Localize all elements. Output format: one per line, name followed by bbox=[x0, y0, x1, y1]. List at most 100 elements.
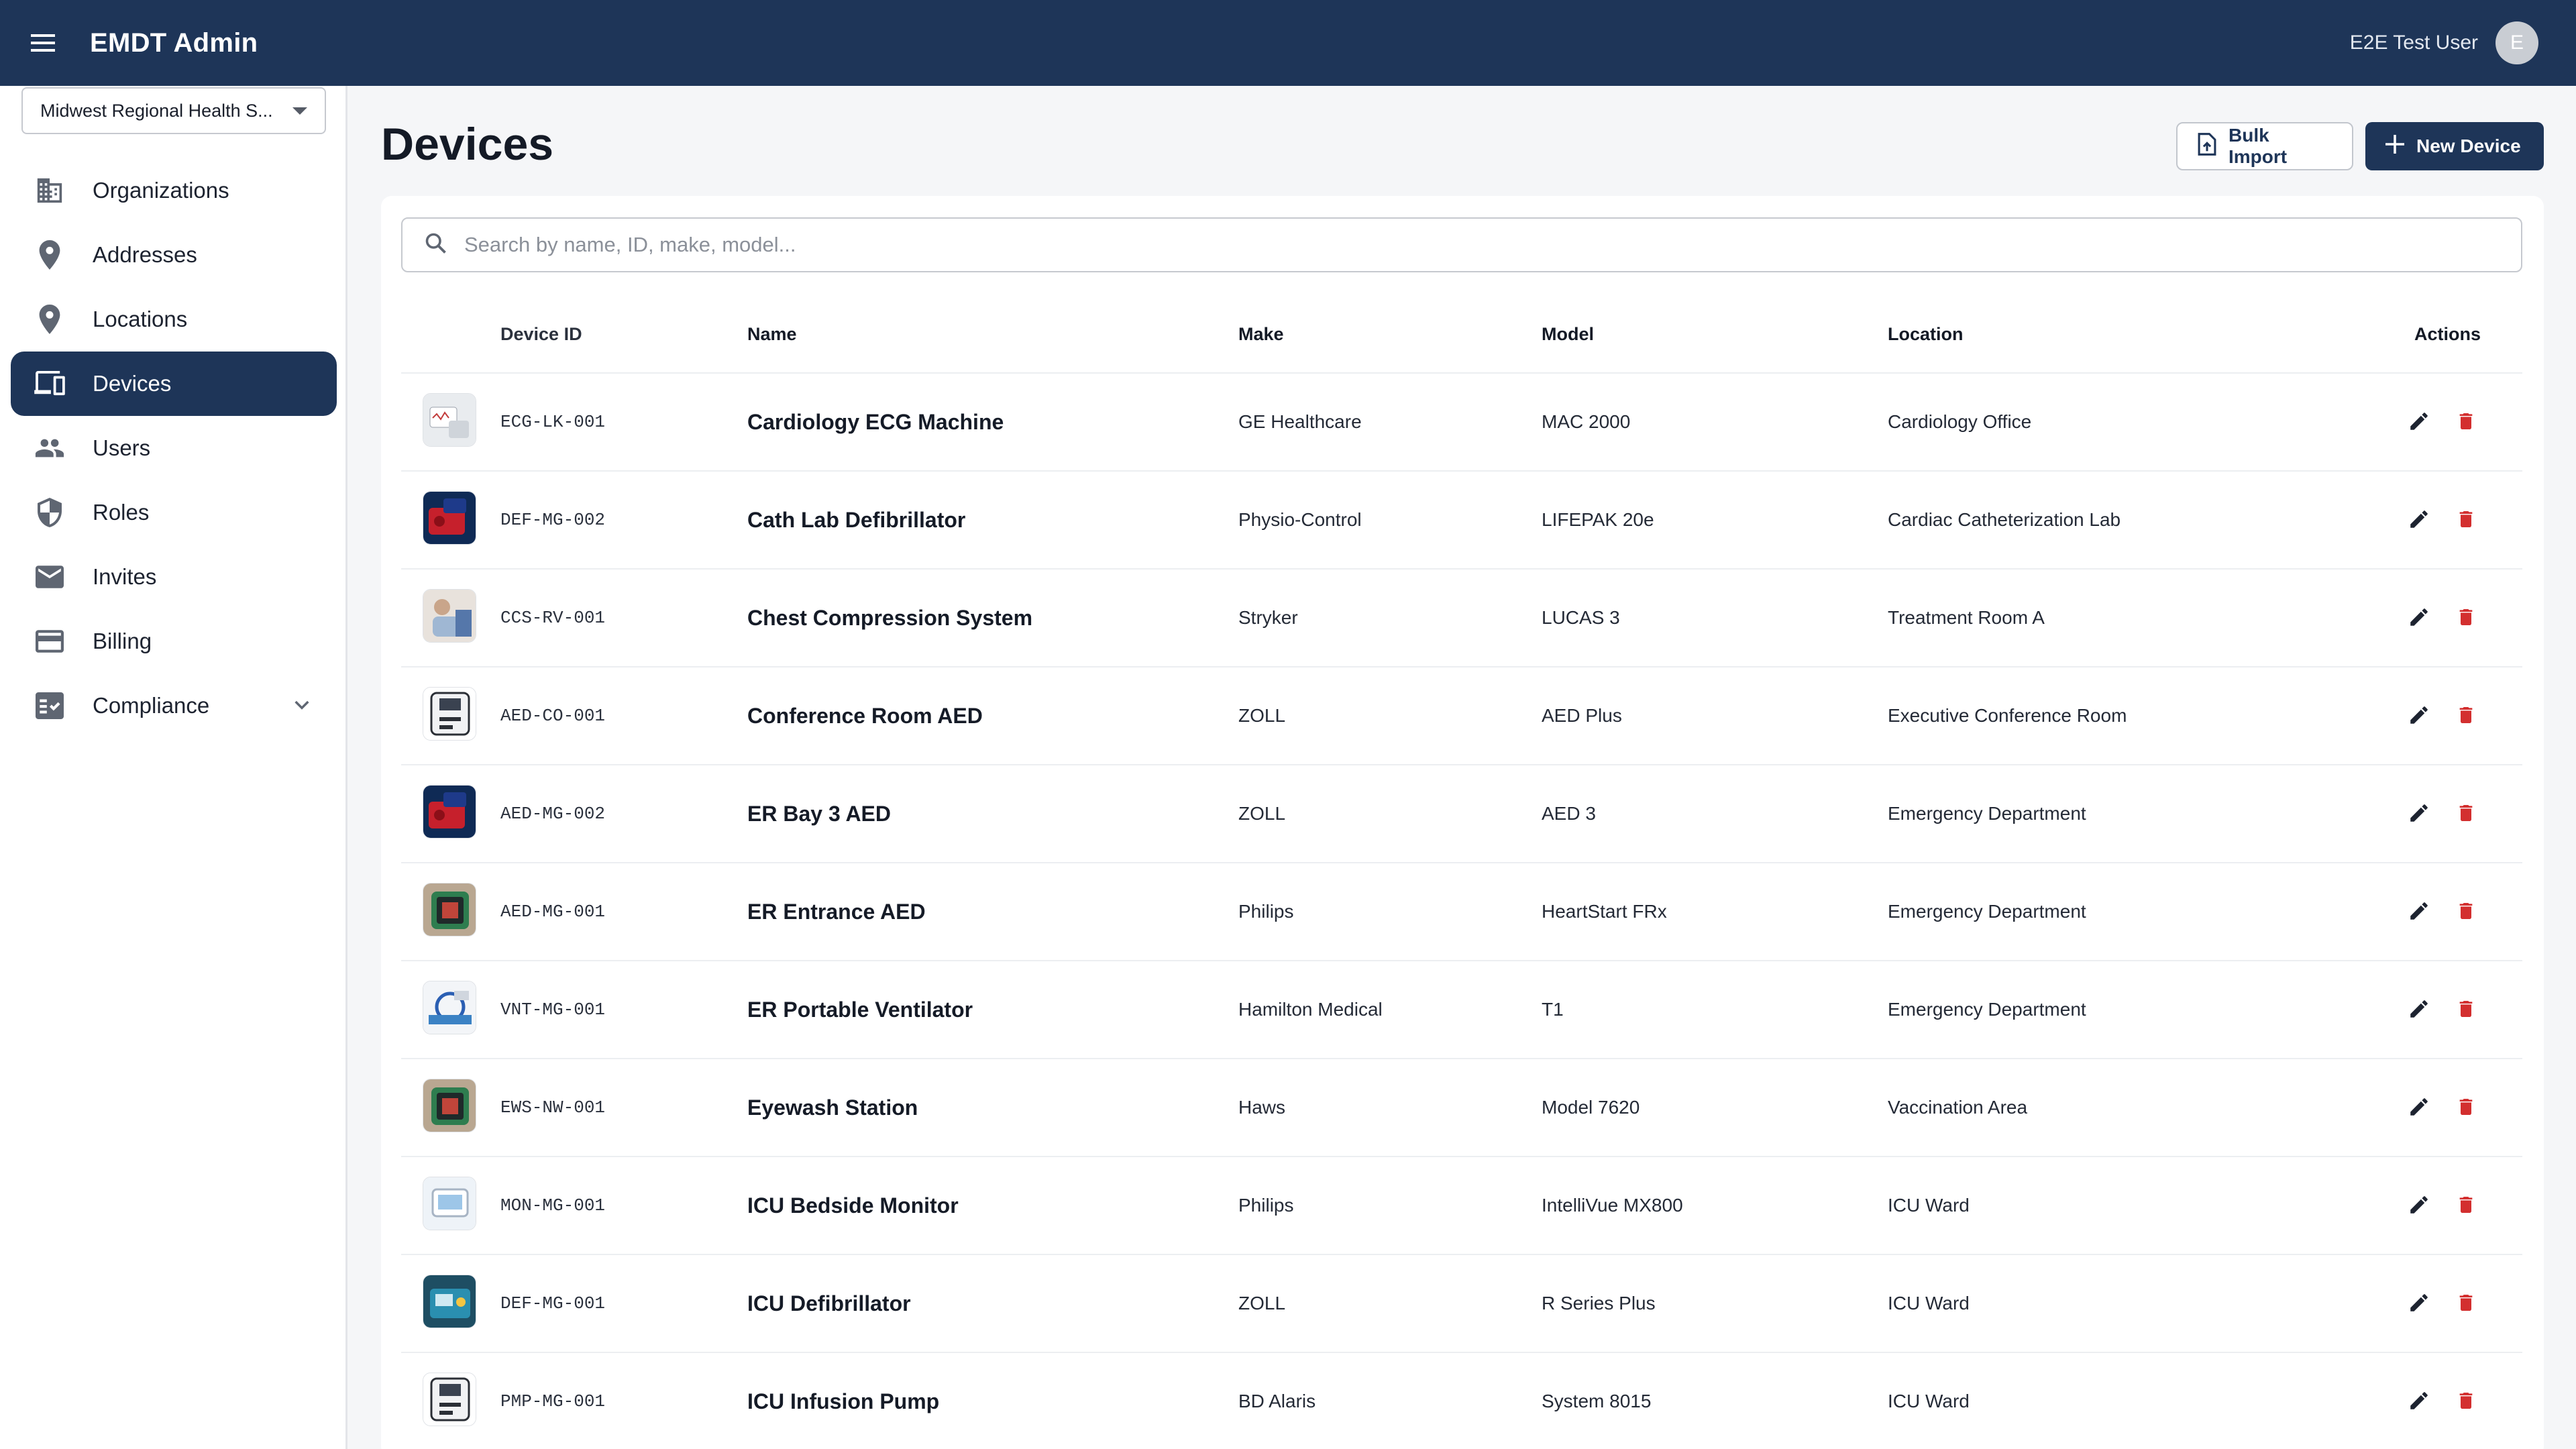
name-header[interactable]: Name bbox=[747, 297, 1238, 374]
sidebar-item-addresses[interactable]: Addresses bbox=[11, 223, 337, 287]
delete-icon[interactable] bbox=[2451, 1386, 2481, 1415]
device-thumbnail-cell bbox=[401, 863, 500, 961]
delete-icon[interactable] bbox=[2451, 700, 2481, 730]
new-device-button[interactable]: New Device bbox=[2365, 122, 2544, 170]
sidebar-item-billing[interactable]: Billing bbox=[11, 609, 337, 674]
table-row[interactable]: AED-MG-001 ER Entrance AED Philips HeartSta… bbox=[401, 863, 2522, 961]
top-app-bar: EMDT Admin E2E Test User E bbox=[0, 0, 2576, 86]
device-make-cell: Haws bbox=[1238, 1059, 1542, 1157]
device-make-cell: Philips bbox=[1238, 1157, 1542, 1255]
sidebar-item-label: Devices bbox=[93, 371, 172, 396]
model-header[interactable]: Model bbox=[1542, 297, 1888, 374]
device-thumbnail bbox=[423, 882, 476, 936]
device-thumbnail bbox=[423, 1078, 476, 1132]
page-title: Devices bbox=[381, 119, 554, 170]
edit-icon[interactable] bbox=[2404, 407, 2434, 436]
credit-card-icon bbox=[34, 625, 66, 657]
edit-icon[interactable] bbox=[2404, 1092, 2434, 1122]
device-name-cell: Chest Compression System bbox=[747, 569, 1238, 667]
device-name-cell: ICU Bedside Monitor bbox=[747, 1157, 1238, 1255]
edit-icon[interactable] bbox=[2404, 1190, 2434, 1220]
table-row[interactable]: DEF-MG-001 ICU Defibrillator ZOLL R Series … bbox=[401, 1254, 2522, 1353]
caret-down-icon bbox=[292, 107, 307, 115]
delete-icon[interactable] bbox=[2451, 504, 2481, 534]
app-title: EMDT Admin bbox=[90, 28, 258, 58]
table-header-row: Device ID Name Make Model Location Actio… bbox=[401, 297, 2522, 374]
device-name-cell: ER Bay 3 AED bbox=[747, 765, 1238, 863]
device-make-cell: Philips bbox=[1238, 863, 1542, 961]
delete-icon[interactable] bbox=[2451, 1288, 2481, 1318]
search-field[interactable] bbox=[401, 217, 2522, 272]
table-row[interactable]: AED-MG-002 ER Bay 3 AED ZOLL AED 3 Emergency… bbox=[401, 765, 2522, 863]
delete-icon[interactable] bbox=[2451, 896, 2481, 926]
edit-icon[interactable] bbox=[2404, 700, 2434, 730]
actions-cell bbox=[2398, 765, 2522, 863]
actions-cell bbox=[2398, 471, 2522, 570]
edit-icon[interactable] bbox=[2404, 602, 2434, 632]
device-model-cell: R Series Plus bbox=[1542, 1254, 1888, 1353]
sidebar-item-invites[interactable]: Invites bbox=[11, 545, 337, 609]
delete-icon[interactable] bbox=[2451, 602, 2481, 632]
building-icon bbox=[34, 174, 66, 207]
edit-icon[interactable] bbox=[2404, 896, 2434, 926]
avatar[interactable]: E bbox=[2496, 21, 2538, 64]
delete-icon[interactable] bbox=[2451, 798, 2481, 828]
sidebar-item-users[interactable]: Users bbox=[11, 416, 337, 480]
edit-icon[interactable] bbox=[2404, 798, 2434, 828]
table-row[interactable]: AED-CO-001 Conference Room AED ZOLL AED Plu… bbox=[401, 667, 2522, 765]
device-thumbnail-cell bbox=[401, 569, 500, 667]
device-location-cell: ICU Ward bbox=[1888, 1157, 2398, 1255]
search-input[interactable] bbox=[464, 233, 2410, 257]
organization-select[interactable]: Midwest Regional Health S... bbox=[21, 87, 326, 134]
organization-select-value: Midwest Regional Health S... bbox=[40, 100, 273, 121]
table-row[interactable]: MON-MG-001 ICU Bedside Monitor Philips Inte… bbox=[401, 1157, 2522, 1255]
map-pin-icon bbox=[34, 239, 66, 271]
delete-icon[interactable] bbox=[2451, 1190, 2481, 1220]
chevron-down-icon[interactable] bbox=[291, 694, 313, 718]
location-header[interactable]: Location bbox=[1888, 297, 2398, 374]
table-row[interactable]: VNT-MG-001 ER Portable Ventilator Hamilton… bbox=[401, 961, 2522, 1059]
device-id-cell: EWS-NW-001 bbox=[500, 1059, 747, 1157]
table-row[interactable]: CCS-RV-001 Chest Compression System Stryke… bbox=[401, 569, 2522, 667]
sidebar-item-label: Users bbox=[93, 435, 151, 460]
sidebar-nav: Organizations Addresses Locations Device… bbox=[11, 158, 337, 738]
map-pin-icon bbox=[34, 303, 66, 335]
device-thumbnail bbox=[423, 980, 476, 1034]
edit-icon[interactable] bbox=[2404, 1288, 2434, 1318]
actions-cell bbox=[2398, 863, 2522, 961]
device-make-cell: Physio-Control bbox=[1238, 471, 1542, 570]
device-model-cell: MAC 2000 bbox=[1542, 373, 1888, 472]
device-id-cell: PMP-MG-001 bbox=[500, 1352, 747, 1449]
sidebar-item-label: Invites bbox=[93, 564, 157, 589]
table-row[interactable]: DEF-MG-002 Cath Lab Defibrillator Physio-C… bbox=[401, 471, 2522, 570]
device-id-header[interactable]: Device ID bbox=[500, 297, 747, 374]
edit-icon[interactable] bbox=[2404, 1386, 2434, 1415]
actions-cell bbox=[2398, 1059, 2522, 1157]
table-row[interactable]: PMP-MG-001 ICU Infusion Pump BD Alaris Syst… bbox=[401, 1352, 2522, 1449]
mail-icon bbox=[34, 561, 66, 593]
device-thumbnail-cell bbox=[401, 373, 500, 472]
make-header[interactable]: Make bbox=[1238, 297, 1542, 374]
bulk-import-button[interactable]: Bulk Import bbox=[2176, 122, 2353, 170]
sidebar-item-label: Compliance bbox=[93, 693, 210, 718]
sidebar-item-locations[interactable]: Locations bbox=[11, 287, 337, 352]
checklist-icon bbox=[34, 690, 66, 722]
table-row[interactable]: ECG-LK-001 Cardiology ECG Machine GE Healt… bbox=[401, 373, 2522, 472]
edit-icon[interactable] bbox=[2404, 994, 2434, 1024]
sidebar-item-roles[interactable]: Roles bbox=[11, 480, 337, 545]
menu-icon[interactable] bbox=[21, 21, 64, 64]
sidebar-item-devices[interactable]: Devices bbox=[11, 352, 337, 416]
sidebar-item-organizations[interactable]: Organizations bbox=[11, 158, 337, 223]
sidebar-item-compliance[interactable]: Compliance bbox=[11, 674, 337, 738]
shield-icon bbox=[34, 496, 66, 529]
user-menu[interactable]: E2E Test User E bbox=[2350, 0, 2538, 86]
sidebar: Midwest Regional Health S... Organizatio… bbox=[0, 86, 347, 1449]
device-model-cell: LUCAS 3 bbox=[1542, 569, 1888, 667]
delete-icon[interactable] bbox=[2451, 407, 2481, 436]
delete-icon[interactable] bbox=[2451, 1092, 2481, 1122]
edit-icon[interactable] bbox=[2404, 504, 2434, 534]
delete-icon[interactable] bbox=[2451, 994, 2481, 1024]
device-location-cell: Vaccination Area bbox=[1888, 1059, 2398, 1157]
table-row[interactable]: EWS-NW-001 Eyewash Station Haws Model 7620 V… bbox=[401, 1059, 2522, 1157]
users-icon bbox=[34, 432, 66, 464]
